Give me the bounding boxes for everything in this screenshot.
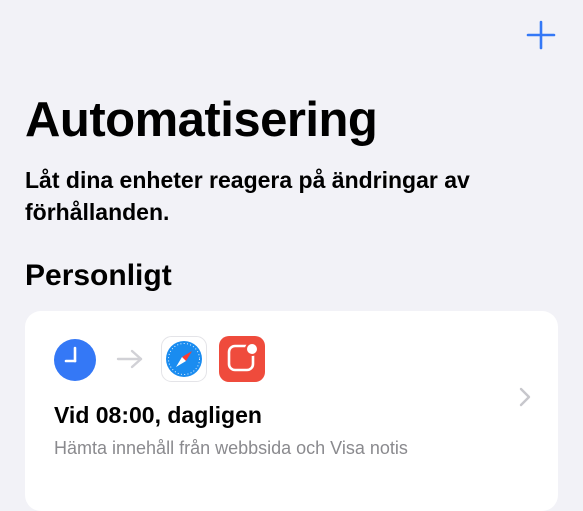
clock-icon xyxy=(54,339,96,381)
automation-description: Hämta innehåll från webbsida och Visa no… xyxy=(54,438,408,458)
plus-icon xyxy=(526,20,556,50)
section-title-personal: Personligt xyxy=(25,259,172,292)
page-title: Automatisering xyxy=(25,93,378,147)
automation-card[interactable]: Vid 08:00, dagligen Hämta innehåll från … xyxy=(25,311,558,511)
page-subtitle: Låt dina enheter reagera på ändringar av… xyxy=(25,167,470,225)
add-automation-button[interactable] xyxy=(524,18,558,52)
automation-title: Vid 08:00, dagligen xyxy=(54,402,262,428)
chevron-right-icon xyxy=(519,387,531,407)
arrow-right-icon xyxy=(116,349,143,369)
reminder-notification-icon xyxy=(219,336,265,382)
safari-icon xyxy=(161,336,207,382)
